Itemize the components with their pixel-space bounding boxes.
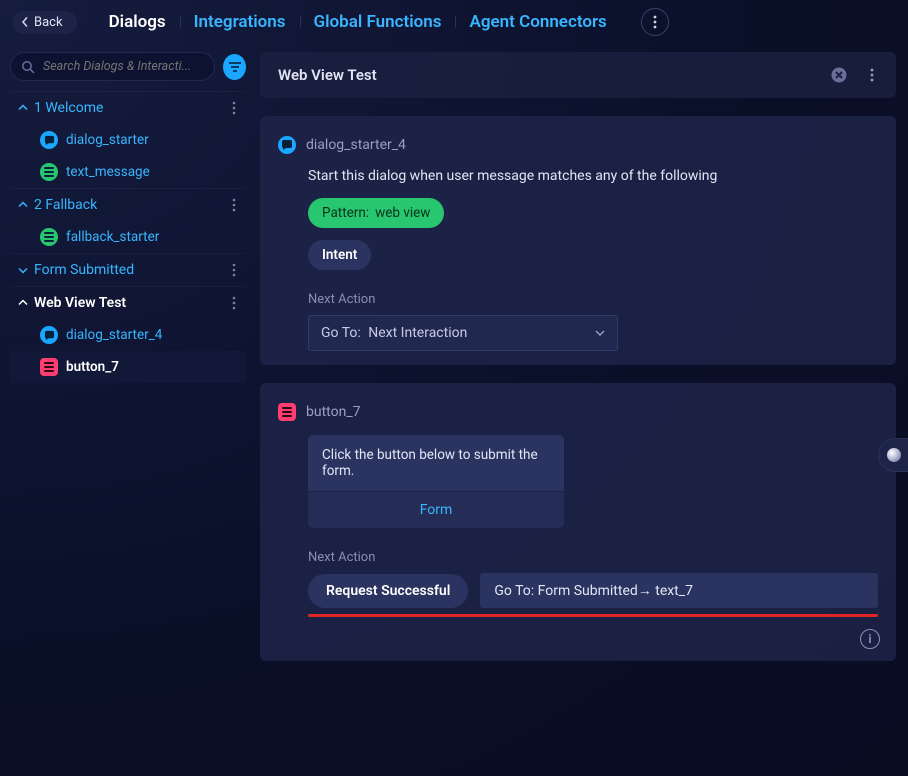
chat-icon — [278, 136, 296, 154]
button-icon — [278, 403, 296, 421]
text-icon — [40, 163, 58, 181]
filter-button[interactable] — [223, 54, 246, 80]
chat-icon — [40, 326, 58, 344]
group-header[interactable]: Web View Test — [10, 286, 246, 319]
group-label: Form Submitted — [34, 262, 134, 278]
chevron-up-icon — [18, 298, 28, 308]
tree-item-label: dialog_starter — [66, 132, 149, 148]
tree-item-label: dialog_starter_4 — [66, 327, 162, 343]
group-menu-button[interactable] — [228, 101, 240, 115]
starter-description: Start this dialog when user message matc… — [308, 168, 878, 184]
tree-item[interactable]: dialog_starter — [10, 124, 246, 156]
back-label: Back — [34, 15, 63, 30]
button-interaction-card: button_7 Click the button below to submi… — [260, 383, 896, 661]
group-menu-button[interactable] — [228, 296, 240, 310]
kebab-icon — [653, 15, 657, 29]
filter-icon — [228, 61, 242, 73]
chevron-down-icon — [595, 328, 605, 338]
back-button[interactable]: Back — [12, 11, 77, 34]
group-header[interactable]: 1 Welcome — [10, 91, 246, 124]
search-icon — [21, 60, 35, 74]
tree-item-label: text_message — [66, 164, 150, 180]
tree-item-label: fallback_starter — [66, 229, 159, 245]
search-box[interactable] — [10, 52, 215, 81]
nav-tabs: Dialogs Integrations Global Functions Ag… — [95, 12, 621, 32]
group-label: 2 Fallback — [34, 197, 97, 213]
tab-agent-connectors[interactable]: Agent Connectors — [455, 12, 620, 32]
button-icon — [40, 358, 58, 376]
search-input[interactable] — [41, 58, 204, 75]
group-menu-button[interactable] — [228, 263, 240, 277]
text-icon — [40, 228, 58, 246]
dialog-title: Web View Test — [278, 66, 377, 84]
tab-global-functions[interactable]: Global Functions — [300, 12, 456, 32]
interaction-name: button_7 — [306, 404, 361, 420]
chevron-left-icon — [20, 17, 30, 27]
interaction-name: dialog_starter_4 — [306, 137, 406, 153]
next-action-label-2: Next Action — [308, 550, 878, 565]
dialog-starter-card: dialog_starter_4 Start this dialog when … — [260, 116, 896, 365]
more-menu-button[interactable] — [641, 8, 669, 36]
pattern-label: Pattern: — [322, 205, 369, 221]
dialog-header-card: Web View Test — [260, 52, 896, 98]
tab-dialogs[interactable]: Dialogs — [95, 12, 180, 32]
pattern-chip[interactable]: Pattern: web view — [308, 198, 444, 228]
message-text: Click the button below to submit the for… — [308, 435, 564, 492]
tree-item[interactable]: button_7 — [10, 351, 246, 383]
goto-key: Go To: — [321, 325, 361, 341]
chevron-up-icon — [18, 103, 28, 113]
chevron-up-icon — [18, 200, 28, 210]
goto-target[interactable]: Go To: Form Submitted→ text_7 — [480, 573, 878, 608]
form-link[interactable]: Form — [308, 492, 564, 528]
next-action-label: Next Action — [308, 292, 878, 307]
highlight-underline — [308, 614, 878, 617]
tree-item[interactable]: fallback_starter — [10, 221, 246, 253]
intent-chip[interactable]: Intent — [308, 240, 371, 270]
group-header[interactable]: Form Submitted — [10, 253, 246, 286]
goto-select[interactable]: Go To: Next Interaction — [308, 315, 618, 351]
goto-value: Next Interaction — [368, 325, 467, 341]
tab-integrations[interactable]: Integrations — [180, 12, 300, 32]
tree-item[interactable]: text_message — [10, 156, 246, 188]
pattern-value: web view — [375, 205, 430, 221]
message-preview: Click the button below to submit the for… — [308, 435, 564, 528]
chevron-down-icon — [18, 265, 28, 275]
assistant-float-button[interactable] — [878, 438, 908, 472]
info-button[interactable]: i — [860, 629, 880, 649]
tree-item[interactable]: dialog_starter_4 — [10, 319, 246, 351]
request-successful-pill[interactable]: Request Successful — [308, 574, 468, 608]
group-label: Web View Test — [34, 295, 126, 311]
chat-icon — [40, 131, 58, 149]
close-icon[interactable] — [830, 66, 848, 84]
group-header[interactable]: 2 Fallback — [10, 188, 246, 221]
tree-item-label: button_7 — [66, 359, 119, 375]
group-label: 1 Welcome — [34, 100, 103, 116]
dialog-menu-button[interactable] — [866, 68, 878, 82]
group-menu-button[interactable] — [228, 198, 240, 212]
orb-icon — [887, 448, 901, 462]
